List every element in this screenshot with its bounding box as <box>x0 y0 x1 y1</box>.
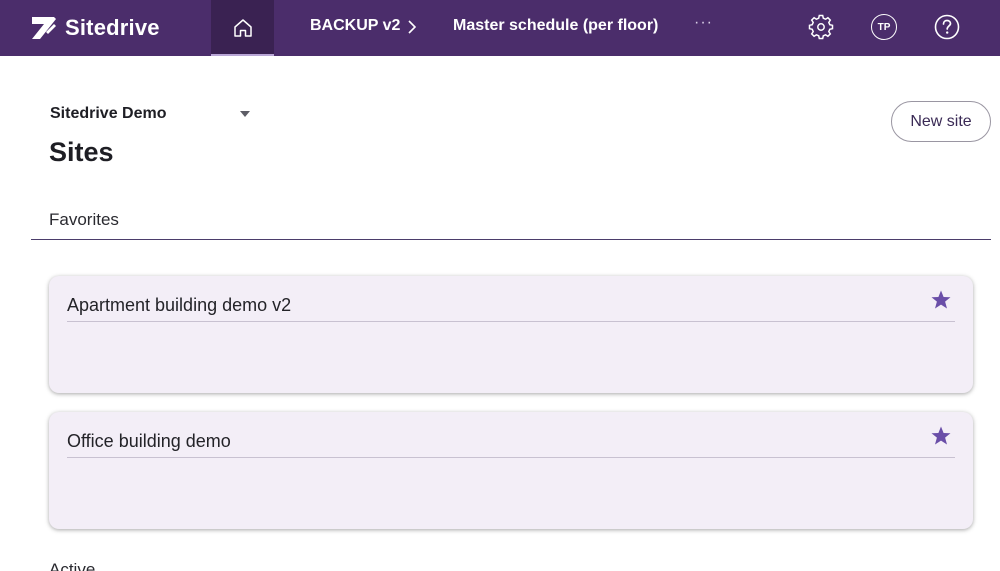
breadcrumb-more-button[interactable]: ··· <box>694 14 713 32</box>
star-icon[interactable] <box>929 288 953 312</box>
gear-icon[interactable] <box>808 14 834 40</box>
star-icon[interactable] <box>929 424 953 448</box>
logo-text: Sitedrive <box>65 15 160 40</box>
chevron-right-icon <box>408 20 417 34</box>
sitedrive-logo[interactable]: Sitedrive <box>30 13 160 43</box>
home-icon <box>233 19 252 37</box>
user-avatar[interactable]: TP <box>871 14 897 40</box>
site-name: Apartment building demo v2 <box>67 295 292 315</box>
site-card[interactable]: Apartment building demo v2 <box>49 276 973 393</box>
site-card[interactable]: Office building demo <box>49 412 973 529</box>
sitedrive-logo-icon <box>32 17 56 39</box>
organization-name: Sitedrive Demo <box>50 105 167 122</box>
help-icon[interactable] <box>934 14 960 40</box>
breadcrumb-schedule[interactable]: Master schedule (per floor) <box>453 17 658 35</box>
active-heading: Active <box>49 560 96 571</box>
site-name: Office building demo <box>67 431 231 451</box>
favorites-heading: Favorites <box>49 210 119 229</box>
top-navigation-bar: Sitedrive BACKUP v2 Master schedule (per… <box>0 0 1000 56</box>
breadcrumb-project[interactable]: BACKUP v2 <box>310 17 400 35</box>
card-divider <box>67 457 955 458</box>
card-divider <box>67 321 955 322</box>
organization-selector[interactable]: Sitedrive Demo <box>50 103 255 125</box>
favorites-divider <box>31 239 991 240</box>
page-title: Sites <box>49 137 114 167</box>
caret-down-icon <box>240 111 250 117</box>
home-tab[interactable] <box>211 0 274 56</box>
new-site-button[interactable]: New site <box>891 101 991 142</box>
